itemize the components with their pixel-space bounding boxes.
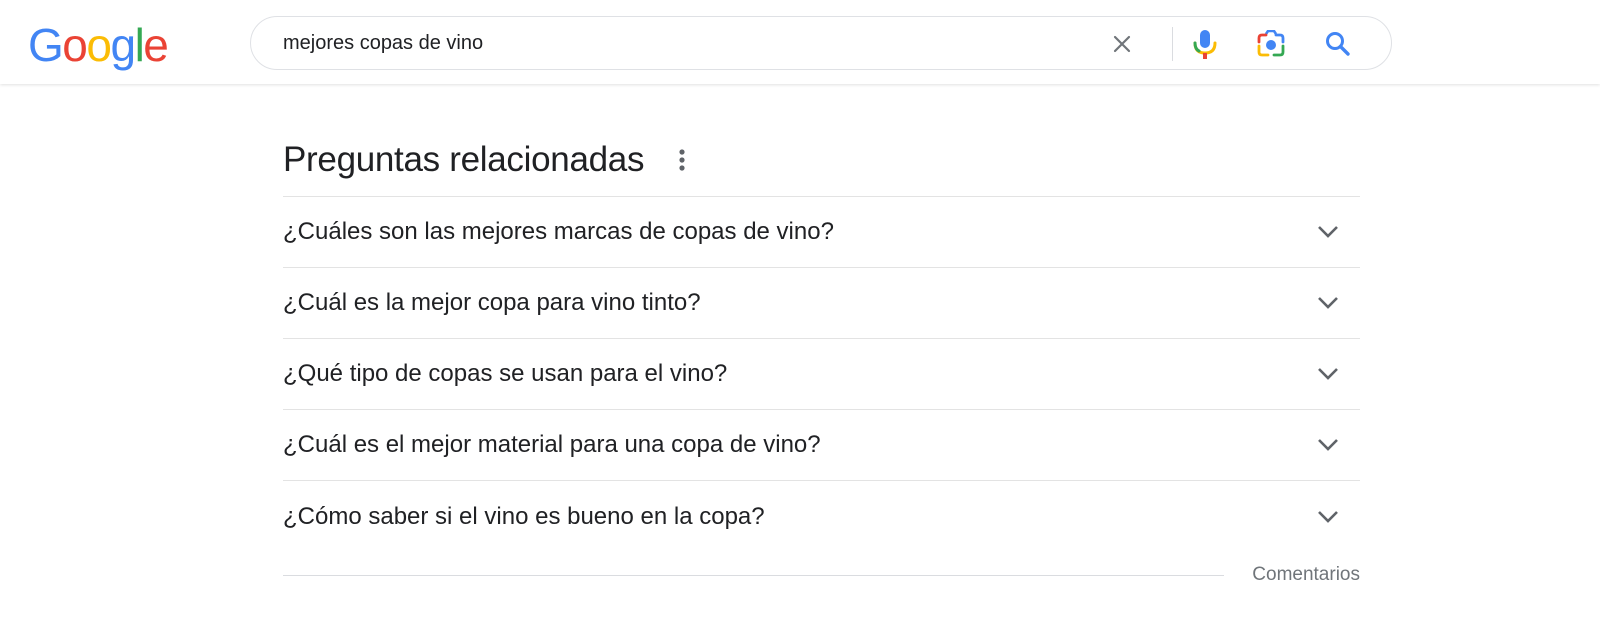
logo-letter: e <box>143 19 169 71</box>
microphone-icon <box>1193 30 1217 59</box>
related-question[interactable]: ¿Cuál es la mejor copa para vino tinto? <box>283 268 1360 339</box>
search-box <box>250 16 1392 70</box>
more-options-button[interactable] <box>672 145 692 175</box>
related-questions-list: ¿Cuáles son las mejores marcas de copas … <box>283 196 1360 552</box>
logo-letter: G <box>28 19 64 71</box>
camera-lens-icon <box>1257 30 1285 57</box>
chevron-down-icon <box>1316 220 1340 244</box>
question-text: ¿Cuáles son las mejores marcas de copas … <box>283 218 834 245</box>
search-box-divider <box>1172 27 1173 61</box>
related-question[interactable]: ¿Cuál es el mejor material para una copa… <box>283 410 1360 481</box>
search-input[interactable] <box>283 27 1063 59</box>
google-logo[interactable]: Google <box>28 19 169 71</box>
related-question[interactable]: ¿Cómo saber si el vino es bueno en la co… <box>283 481 1360 552</box>
image-search-button[interactable] <box>1255 28 1287 60</box>
close-icon <box>1113 35 1131 53</box>
related-questions-footer: Comentarios <box>283 552 1360 602</box>
logo-letter: o <box>86 19 112 71</box>
clear-search-button[interactable] <box>1106 28 1138 60</box>
related-questions-title: Preguntas relacionadas <box>283 140 645 179</box>
more-vert-icon <box>679 149 685 171</box>
search-icon <box>1326 32 1350 56</box>
chevron-down-icon <box>1316 291 1340 315</box>
feedback-link[interactable]: Comentarios <box>1252 564 1360 586</box>
logo-letter: o <box>62 19 88 71</box>
related-question[interactable]: ¿Cuáles son las mejores marcas de copas … <box>283 197 1360 268</box>
question-text: ¿Qué tipo de copas se usan para el vino? <box>283 360 728 387</box>
logo-letter: l <box>134 19 145 71</box>
question-text: ¿Cuál es la mejor copa para vino tinto? <box>283 289 701 316</box>
logo-letter: g <box>110 19 136 71</box>
question-text: ¿Cómo saber si el vino es bueno en la co… <box>283 502 765 530</box>
related-questions-heading: Preguntas relacionadas <box>283 130 1360 190</box>
question-text: ¿Cuál es el mejor material para una copa… <box>283 431 821 458</box>
chevron-down-icon <box>1316 433 1340 457</box>
related-question[interactable]: ¿Qué tipo de copas se usan para el vino? <box>283 339 1360 410</box>
related-questions-panel: Preguntas relacionadas ¿Cuáles son las m… <box>283 130 1360 602</box>
chevron-down-icon <box>1316 362 1340 386</box>
search-button[interactable] <box>1322 28 1354 60</box>
voice-search-button[interactable] <box>1189 28 1221 60</box>
footer-divider <box>283 575 1224 576</box>
top-header: Google <box>0 0 1600 84</box>
chevron-down-icon <box>1316 505 1340 529</box>
